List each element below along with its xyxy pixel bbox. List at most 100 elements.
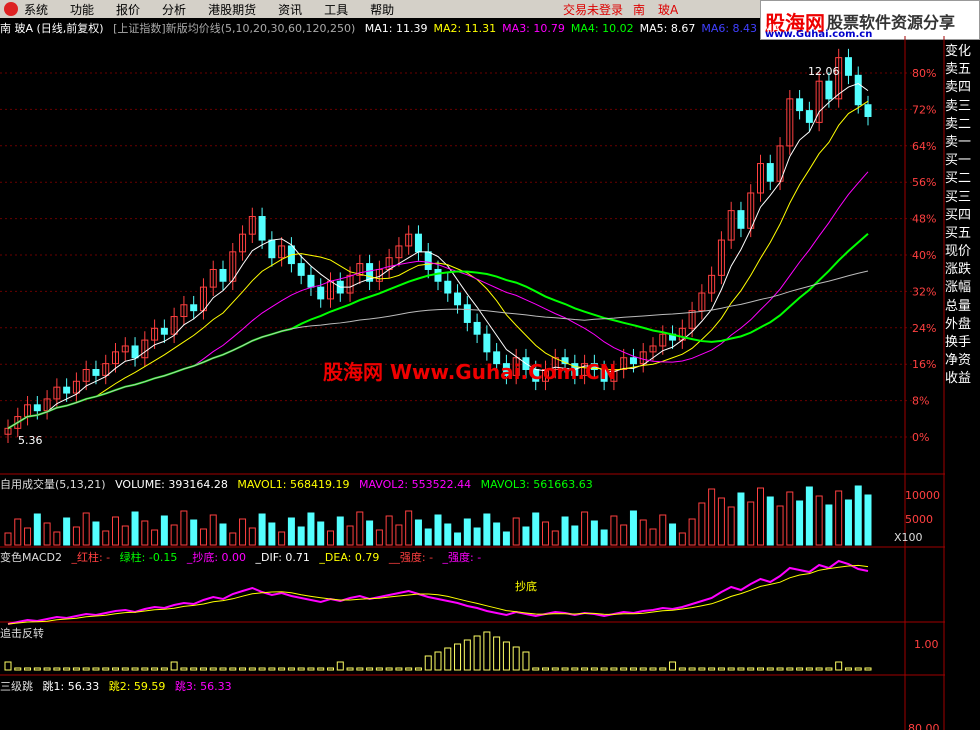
volume-bar (366, 520, 374, 546)
volume-bar (72, 526, 80, 546)
chase-bar (454, 643, 462, 671)
volume-bar (141, 520, 149, 546)
volume-bar (864, 494, 872, 546)
chase-bar (307, 667, 315, 671)
chase-bar (854, 667, 862, 671)
volume-bar (209, 514, 217, 546)
menu-item-news[interactable]: 资讯 (278, 1, 302, 18)
menu-item-help[interactable]: 帮助 (370, 1, 394, 18)
order-book-item: 卖四 (945, 80, 972, 95)
order-book-item: 买三 (945, 189, 972, 204)
volume-bar (317, 521, 325, 546)
chase-bar (63, 667, 71, 671)
chase-bar (610, 667, 618, 671)
volume-bar (278, 531, 286, 546)
chase-bar (737, 667, 745, 671)
brand-banner: 股海网 股票软件资源分享 www.Guhai.com.cn (760, 0, 980, 40)
jump-panel-header: 三级跳 跳1: 56.33 跳2: 59.59 跳3: 56.33 (0, 678, 238, 694)
volume-bar (405, 510, 413, 546)
volume-bar (649, 528, 657, 546)
order-book-item: 买一 (945, 153, 972, 168)
menu-item-quote[interactable]: 报价 (116, 1, 140, 18)
macd-dea-line (7, 564, 869, 625)
pct-tick-label: 80% (912, 67, 936, 80)
chase-bar (33, 667, 41, 671)
volume-bar (786, 491, 794, 546)
order-book-item: 买四 (945, 207, 972, 222)
volume-tick-label: 10000 (905, 489, 940, 502)
chase-bar (375, 667, 383, 671)
volume-bar (219, 523, 227, 546)
chase-bar (590, 667, 598, 671)
volume-bar (160, 515, 168, 546)
chase-bar (14, 667, 22, 671)
chase-bar (766, 667, 774, 671)
ma-label-6: MA6: 8.43 (701, 22, 758, 35)
candle-body (258, 216, 266, 241)
volume-bar (395, 524, 403, 546)
pct-tick-label: 8% (912, 395, 929, 408)
chase-bar (805, 667, 813, 671)
mavol2-value: MAVOL2: 553522.44 (358, 478, 472, 491)
volume-bar (297, 526, 305, 546)
menu-item-hk-futures[interactable]: 港股期货 (208, 1, 256, 18)
candle-body (463, 304, 471, 323)
jump1: 跳1: 56.33 (42, 680, 100, 693)
login-status[interactable]: 交易未登录 (563, 1, 623, 18)
chase-bar (717, 667, 725, 671)
chase-bar (796, 667, 804, 671)
candle-body (796, 98, 804, 112)
candle-body (434, 268, 442, 282)
menu-item-tools[interactable]: 工具 (324, 1, 348, 18)
macd-bottom-tag: 抄底 (515, 579, 537, 593)
menu-item-analysis[interactable]: 分析 (162, 1, 186, 18)
volume-bar (190, 519, 198, 546)
volume-bar (170, 524, 178, 546)
volume-tick-label: 5000 (905, 513, 933, 526)
volume-bar (414, 519, 422, 546)
volume-bar (766, 496, 774, 546)
volume-bar (199, 528, 207, 546)
chase-bar (551, 667, 559, 671)
chase-bar (688, 667, 696, 671)
volume-unit-label: X100 (894, 531, 923, 544)
chase-bar (297, 667, 305, 671)
chase-bar (190, 667, 198, 671)
chase-bar (776, 667, 784, 671)
pct-tick-label: 40% (912, 249, 936, 262)
menu-item-system[interactable]: 系统 (24, 1, 48, 18)
macd-dea: _DEA: 0.79 (319, 551, 380, 564)
chase-bar (278, 667, 286, 671)
chase-bar (581, 667, 589, 671)
chase-bar (405, 667, 413, 671)
volume-bar (629, 510, 637, 546)
volume-bar (815, 495, 823, 546)
order-book-item: 卖五 (945, 62, 972, 77)
candle-body (414, 233, 422, 253)
chase-bar (502, 641, 510, 671)
volume-bar (102, 530, 110, 546)
volume-bar (92, 521, 100, 546)
order-book-item: 卖三 (945, 98, 972, 113)
volume-bar (356, 511, 364, 546)
volume-bar (4, 532, 12, 546)
volume-bar (268, 522, 276, 546)
order-book-item: 外盘 (945, 316, 972, 331)
menu-item-function[interactable]: 功能 (70, 1, 94, 18)
chase-bar (708, 667, 716, 671)
volume-bar (571, 525, 579, 546)
pct-tick-label: 32% (912, 285, 936, 298)
chase-bar (532, 667, 540, 671)
order-book-item: 净资 (945, 353, 972, 368)
chase-bar (180, 667, 188, 671)
chase-bar (659, 667, 667, 671)
volume-bar (502, 531, 510, 546)
volume-bar (229, 532, 237, 546)
chase-bar (366, 667, 374, 671)
volume-bar (43, 522, 51, 546)
chase-bar (620, 667, 628, 671)
chase-bar (483, 631, 491, 671)
pct-tick-label: 56% (912, 176, 936, 189)
app-logo-icon (4, 2, 18, 16)
chase-bar (424, 655, 432, 671)
